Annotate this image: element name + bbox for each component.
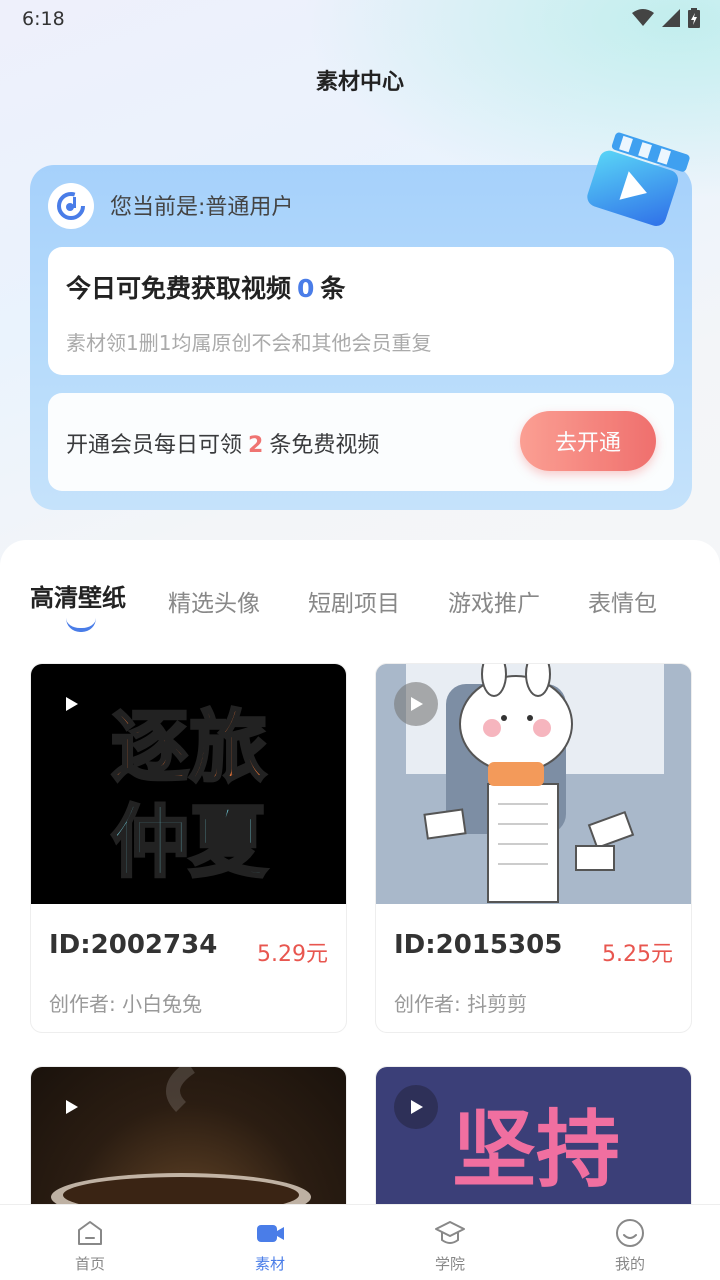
nav-material[interactable]: 素材 bbox=[180, 1205, 360, 1280]
card-thumbnail: 坚持 bbox=[376, 1067, 691, 1205]
card-thumbnail bbox=[376, 664, 691, 904]
vip-promo-box: 开通会员每日可领 2 条免费视频 去开通 bbox=[48, 393, 674, 491]
card-author: 创作者: 小白兔兔 bbox=[49, 992, 203, 1016]
status-bar: 6:18 bbox=[0, 0, 720, 40]
card-author: 创作者: 抖剪剪 bbox=[394, 992, 528, 1016]
play-icon[interactable] bbox=[394, 682, 438, 726]
tab-game-promo[interactable]: 游戏推广 bbox=[448, 584, 540, 618]
nav-academy[interactable]: 学院 bbox=[360, 1205, 540, 1280]
nav-home[interactable]: 首页 bbox=[0, 1205, 180, 1280]
card-thumbnail: 逐旅 仲夏 bbox=[31, 664, 346, 904]
card-price: 5.29元 bbox=[257, 942, 328, 967]
daily-quota-box: 今日可免费获取视频 0 条 素材领1删1均属原创不会和其他会员重复 bbox=[48, 247, 674, 375]
video-icon bbox=[257, 1225, 284, 1242]
quota-suffix: 条 bbox=[320, 274, 346, 303]
material-card[interactable]: 逐旅 仲夏 ID:2002734 5.29元 创作者: 小白兔兔 bbox=[30, 663, 347, 1033]
vip-count: 2 bbox=[248, 433, 264, 458]
nav-home-label: 首页 bbox=[74, 1255, 105, 1273]
nav-mine[interactable]: 我的 bbox=[540, 1205, 720, 1280]
clapperboard-icon bbox=[587, 132, 690, 226]
quota-description: 素材领1删1均属原创不会和其他会员重复 bbox=[66, 331, 432, 355]
page-title: 素材中心 bbox=[315, 70, 404, 95]
tab-avatar[interactable]: 精选头像 bbox=[168, 584, 260, 618]
material-card[interactable]: 坚持 bbox=[375, 1066, 692, 1206]
open-vip-button[interactable]: 去开通 bbox=[520, 411, 656, 471]
card-id: ID:2015305 bbox=[394, 930, 563, 960]
vip-prefix: 开通会员每日可领 bbox=[66, 433, 243, 458]
card-price: 5.25元 bbox=[602, 942, 673, 967]
vip-promo-text: 开通会员每日可领 2 条免费视频 bbox=[66, 427, 379, 459]
bottom-nav: 首页 素材 学院 我的 bbox=[0, 1204, 720, 1280]
thumb-text-1: 逐旅 bbox=[111, 703, 267, 793]
material-card[interactable] bbox=[30, 1066, 347, 1206]
card-thumbnail bbox=[31, 1067, 346, 1205]
smile-icon bbox=[616, 1219, 644, 1247]
tab-indicator bbox=[66, 618, 96, 632]
home-icon bbox=[78, 1221, 102, 1245]
material-card[interactable]: ID:2015305 5.25元 创作者: 抖剪剪 bbox=[375, 663, 692, 1033]
thumb-text-2: 仲夏 bbox=[111, 798, 268, 888]
quota-title: 今日可免费获取视频 0 条 bbox=[66, 269, 345, 305]
play-icon[interactable] bbox=[49, 1085, 93, 1129]
status-time: 6:18 bbox=[22, 8, 65, 30]
nav-academy-label: 学院 bbox=[434, 1255, 465, 1273]
nav-material-label: 素材 bbox=[254, 1255, 285, 1273]
tab-short-drama[interactable]: 短剧项目 bbox=[308, 584, 400, 618]
wifi-icon bbox=[632, 9, 654, 26]
category-tabs: 高清壁纸 精选头像 短剧项目 游戏推广 表情包 bbox=[0, 540, 720, 640]
member-logo-icon bbox=[48, 183, 94, 229]
vip-suffix: 条免费视频 bbox=[269, 433, 380, 458]
member-status-text: 您当前是:普通用户 bbox=[110, 195, 294, 220]
signal-icon bbox=[662, 9, 680, 27]
nav-mine-label: 我的 bbox=[614, 1255, 645, 1273]
tab-wallpaper[interactable]: 高清壁纸 bbox=[30, 578, 126, 613]
thumb-text: 坚持 bbox=[452, 1101, 620, 1199]
quota-prefix: 今日可免费获取视频 bbox=[66, 274, 292, 303]
tab-stickers[interactable]: 表情包 bbox=[588, 584, 657, 618]
play-icon[interactable] bbox=[394, 1085, 438, 1129]
status-icons bbox=[632, 8, 700, 28]
play-icon[interactable] bbox=[49, 682, 93, 726]
card-id: ID:2002734 bbox=[49, 930, 218, 960]
battery-icon bbox=[688, 8, 700, 28]
quota-count: 0 bbox=[297, 274, 315, 303]
graduation-cap-icon bbox=[435, 1221, 465, 1244]
